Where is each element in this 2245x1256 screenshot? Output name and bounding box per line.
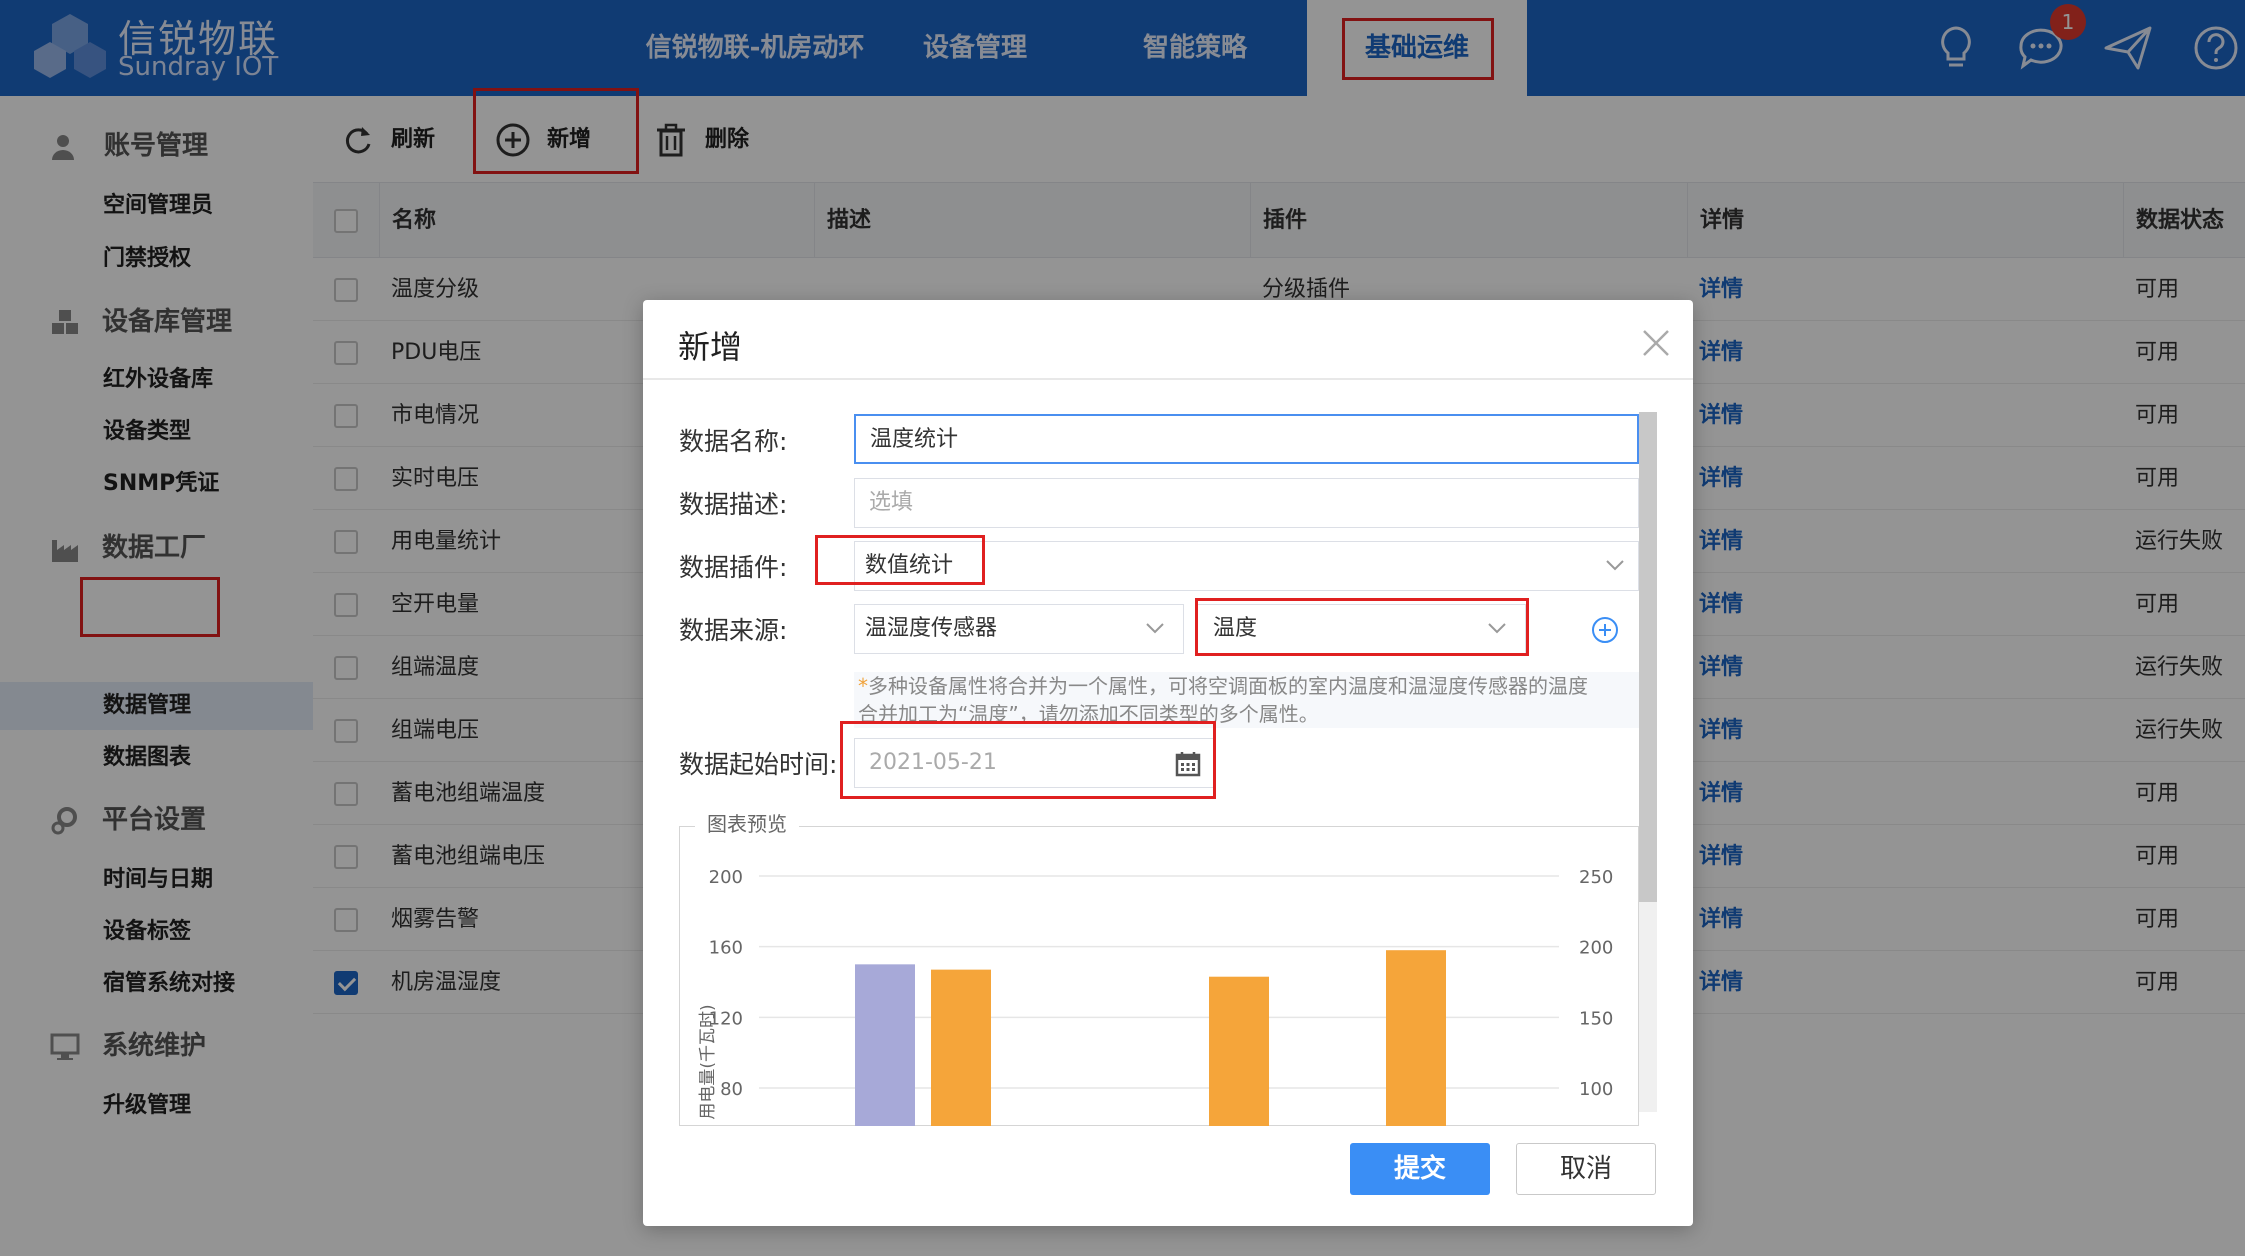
dialog-divider	[643, 378, 1693, 380]
highlight-box-source-attr	[1195, 598, 1529, 656]
chevron-down-icon	[1606, 560, 1624, 571]
chevron-down-icon	[1146, 623, 1164, 634]
chart-bar	[1209, 976, 1269, 1126]
data-source-device-value: 温湿度传感器	[865, 616, 998, 641]
y-right-tick-label: 100	[1579, 1079, 1613, 1100]
highlight-box-plugin	[815, 535, 985, 585]
chart-preview-legend: 图表预览	[695, 808, 799, 837]
dialog-scrollbar-thumb[interactable]	[1639, 412, 1657, 902]
data-name-label: 数据名称:	[679, 427, 788, 456]
data-description-label: 数据描述:	[679, 490, 788, 519]
data-source-label: 数据来源:	[679, 616, 788, 645]
chart-bar	[855, 964, 915, 1126]
dialog-title: 新增	[678, 328, 743, 366]
y-left-tick-label: 80	[720, 1079, 743, 1100]
add-data-dialog: 新增 数据名称: 温度统计 数据描述: 选填 数据插件: 数值统计 数据来源: …	[643, 300, 1693, 1226]
data-plugin-label: 数据插件:	[679, 553, 788, 582]
y-axis-label: 用电量(千瓦时)	[698, 1004, 718, 1119]
y-right-tick-label: 150	[1579, 1008, 1613, 1029]
y-left-tick-label: 200	[709, 867, 743, 888]
data-source-device-select[interactable]: 温湿度传感器	[854, 604, 1184, 654]
highlight-box-start-time	[840, 721, 1216, 799]
add-source-icon[interactable]	[1590, 615, 1620, 645]
chart-bar	[1386, 950, 1446, 1126]
chart-preview: 200 250160 200120 15080 100用电量(千瓦时)	[698, 867, 1613, 1126]
data-start-time-label: 数据起始时间:	[679, 750, 838, 779]
submit-button[interactable]: 提交	[1350, 1143, 1490, 1195]
y-right-tick-label: 200	[1579, 938, 1613, 959]
chart-bar	[931, 969, 991, 1126]
data-source-hint: *多种设备属性将合并为一个属性，可将空调面板的室内温度和温湿度传感器的温度 合并…	[854, 672, 1644, 728]
data-name-input[interactable]: 温度统计	[854, 414, 1639, 464]
y-left-tick-label: 160	[709, 938, 743, 959]
close-icon[interactable]	[1641, 328, 1671, 358]
y-right-tick-label: 250	[1579, 867, 1613, 888]
dialog-scrollbar[interactable]	[1639, 412, 1657, 1112]
data-description-input[interactable]: 选填	[854, 478, 1639, 528]
cancel-button[interactable]: 取消	[1516, 1143, 1656, 1195]
